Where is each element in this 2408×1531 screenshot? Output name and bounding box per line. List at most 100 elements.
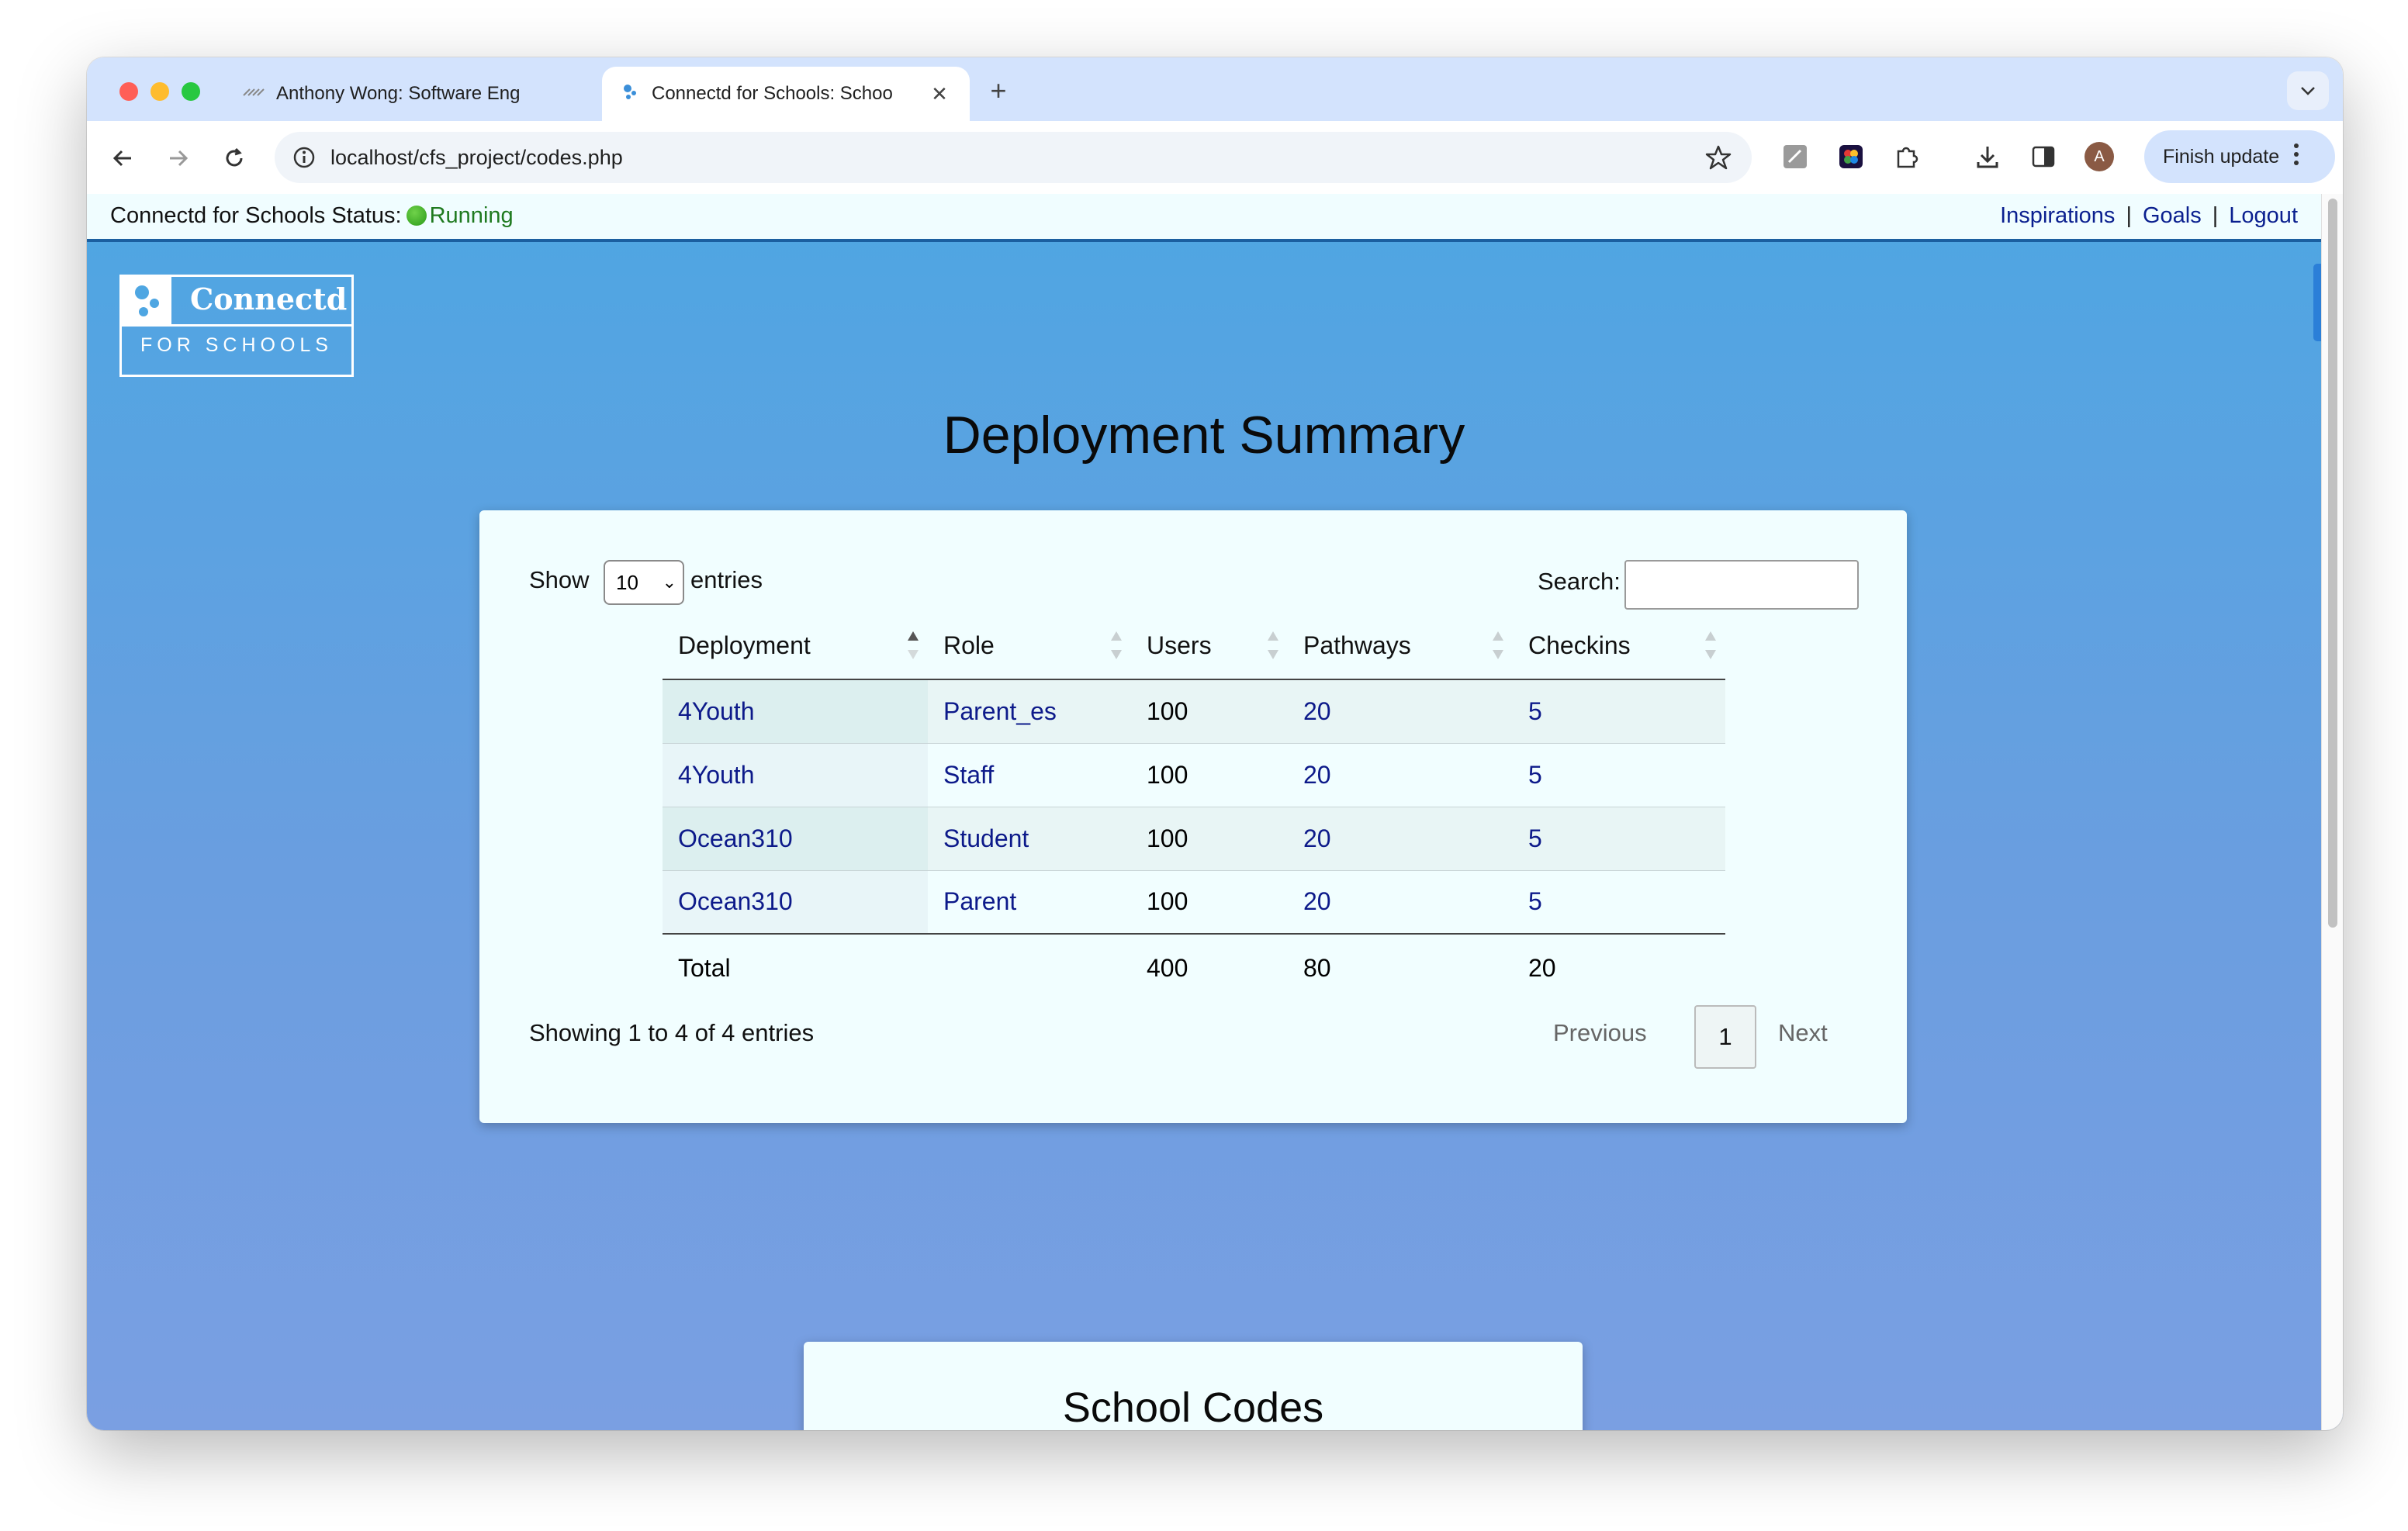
maximize-window-button[interactable] [182, 82, 200, 101]
table-row: 4Youth Staff 100 20 5 [663, 743, 1725, 807]
deployment-link[interactable]: Ocean310 [663, 807, 928, 871]
column-header-checkins[interactable]: Checkins [1513, 613, 1725, 680]
sort-icon [1493, 631, 1503, 659]
column-header-deployment[interactable]: Deployment [663, 613, 928, 680]
new-tab-button[interactable]: + [979, 71, 1018, 110]
entries-label: entries [690, 566, 763, 593]
table-info: Showing 1 to 4 of 4 entries [529, 1019, 815, 1046]
logo-dots-icon [122, 277, 171, 327]
page-title: Deployment Summary [943, 406, 1465, 465]
close-icon[interactable]: ✕ [928, 82, 951, 106]
status-label: Connectd for Schools Status: [110, 203, 402, 228]
users-cell: 100 [1131, 870, 1288, 935]
column-header-users[interactable]: Users [1131, 613, 1288, 680]
deployment-link[interactable]: Ocean310 [663, 870, 928, 935]
finish-update-label: Finish update [2163, 145, 2280, 168]
status-indicator-icon [406, 206, 427, 226]
role-link[interactable]: Parent [928, 870, 1131, 935]
vertical-scrollbar[interactable] [2321, 194, 2343, 1430]
role-link[interactable]: Staff [928, 743, 1131, 807]
back-arrow-icon [112, 150, 131, 167]
column-label: Users [1147, 631, 1212, 659]
sort-ascending-icon [908, 631, 919, 659]
totals-row: Total 400 80 20 [663, 934, 1725, 1002]
users-cell: 100 [1131, 807, 1288, 871]
extension-color-icon[interactable] [1835, 141, 1867, 172]
users-cell: 100 [1131, 743, 1288, 807]
pathways-link[interactable]: 20 [1288, 870, 1513, 935]
nav-link-goals[interactable]: Goals [2143, 203, 2202, 228]
totals-label: Total [678, 954, 731, 982]
page-viewport: Connectd for Schools Status: Running Insp… [87, 194, 2343, 1430]
role-link[interactable]: Parent_es [928, 679, 1131, 744]
column-label: Role [943, 631, 995, 659]
school-codes-card: School Codes [804, 1342, 1583, 1430]
extension-pen-icon[interactable] [1780, 141, 1811, 172]
reload-icon [226, 147, 243, 167]
page-length-select[interactable]: 10 ⌄ [604, 560, 684, 605]
tab-strip: Anthony Wong: Software Eng ✕ Connectd fo… [87, 57, 2343, 121]
minimize-window-button[interactable] [150, 82, 169, 101]
pathways-link[interactable]: 20 [1288, 679, 1513, 744]
connectd-logo[interactable]: Connectd FOR SCHOOLS [119, 275, 354, 377]
checkins-link[interactable]: 5 [1513, 743, 1725, 807]
section-title: School Codes [1062, 1384, 1324, 1430]
table-row: 4Youth Parent_es 100 20 5 [663, 679, 1725, 744]
column-header-role[interactable]: Role [928, 613, 1131, 680]
forward-arrow-icon [170, 150, 189, 167]
pathways-link[interactable]: 20 [1288, 743, 1513, 807]
scrollbar-thumb[interactable] [2328, 199, 2337, 928]
avatar: A [2085, 142, 2114, 171]
status-bar: Connectd for Schools Status: Running Insp… [87, 194, 2321, 242]
column-header-pathways[interactable]: Pathways [1288, 613, 1513, 680]
close-window-button[interactable] [119, 82, 138, 101]
deployment-link[interactable]: 4Youth [663, 743, 928, 807]
extensions-puzzle-icon[interactable] [1891, 141, 1922, 172]
role-link[interactable]: Student [928, 807, 1131, 871]
tab-connectd-schools[interactable]: Connectd for Schools: Schoo ✕ [602, 67, 970, 121]
nav-link-logout[interactable]: Logout [2229, 203, 2298, 228]
total-users: 400 [1147, 954, 1188, 982]
logo-subtitle: FOR SCHOOLS [140, 334, 333, 356]
page-number-button[interactable]: 1 [1694, 1005, 1756, 1069]
browser-window: Anthony Wong: Software Eng ✕ Connectd fo… [87, 57, 2343, 1430]
nav-separator: | [2212, 203, 2219, 228]
table-row: Ocean310 Parent 100 20 5 [663, 870, 1725, 935]
users-cell: 100 [1131, 679, 1288, 744]
pathways-link[interactable]: 20 [1288, 807, 1513, 871]
deployment-link[interactable]: 4Youth [663, 679, 928, 744]
table-row: Ocean310 Student 100 20 5 [663, 807, 1725, 871]
profile-avatar[interactable]: A [2084, 141, 2115, 172]
search-input[interactable] [1624, 560, 1859, 610]
next-page-button[interactable]: Next [1778, 1019, 1828, 1047]
checkins-link[interactable]: 5 [1513, 870, 1725, 935]
forward-button[interactable] [160, 140, 197, 177]
total-checkins: 20 [1528, 954, 1556, 982]
status-line: Connectd for Schools Status: Running [110, 203, 514, 229]
finish-update-button[interactable]: Finish update [2144, 130, 2335, 183]
checkins-link[interactable]: 5 [1513, 679, 1725, 744]
previous-page-button[interactable]: Previous [1553, 1019, 1647, 1047]
tab-favicon-icon [242, 86, 268, 102]
address-bar[interactable]: localhost/cfs_project/codes.php [275, 132, 1752, 183]
side-panel-icon[interactable] [2028, 141, 2059, 172]
table-header-row: Deployment Role Users Pathways Checkins [663, 613, 1725, 680]
bookmark-star-icon[interactable] [1705, 144, 1732, 175]
download-icon[interactable] [1972, 141, 2003, 172]
top-nav: Inspirations | Goals | Logout [2000, 203, 2298, 229]
column-label: Deployment [678, 631, 811, 659]
url-text: localhost/cfs_project/codes.php [330, 146, 623, 169]
browser-toolbar: localhost/cfs_project/codes.php A Finish… [87, 121, 2343, 194]
checkins-link[interactable]: 5 [1513, 807, 1725, 871]
deployment-summary-card: Show 10 ⌄ entries Search: Deployment Rol [479, 510, 1907, 1123]
reload-button[interactable] [216, 140, 253, 177]
site-info-icon[interactable] [292, 145, 317, 174]
column-label: Pathways [1303, 631, 1411, 659]
nav-separator: | [2126, 203, 2132, 228]
nav-link-inspirations[interactable]: Inspirations [2000, 203, 2115, 228]
page-length-value: 10 [616, 571, 638, 594]
more-menu-icon [2293, 143, 2299, 171]
back-button[interactable] [104, 140, 141, 177]
tab-search-button[interactable] [2287, 71, 2329, 110]
tab-title: Connectd for Schools: Schoo [652, 83, 893, 104]
